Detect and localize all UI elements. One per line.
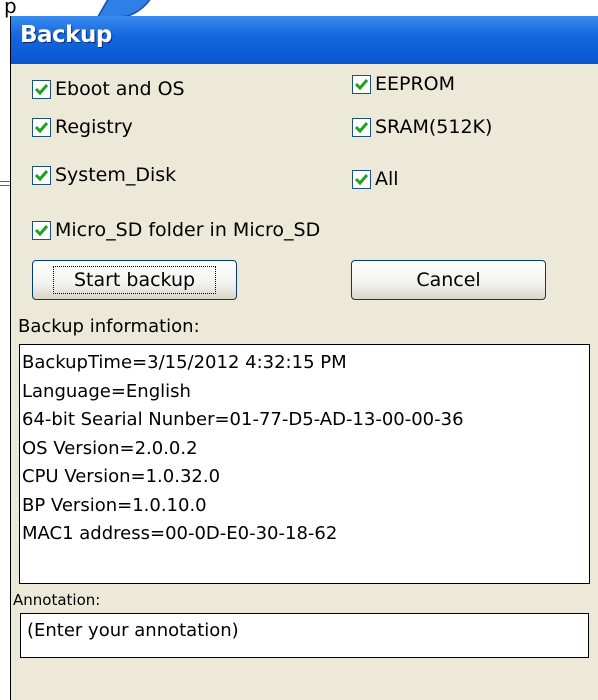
eboot-os-label: Eboot and OS <box>55 78 185 100</box>
registry-checkbox[interactable] <box>32 117 51 137</box>
info-line: 64-bit Searial Nunber=01-77-D5-AD-13-00-… <box>22 409 464 430</box>
check-icon <box>34 121 49 133</box>
micro-sd-label: Micro_SD folder in Micro_SD <box>55 219 321 241</box>
eeprom-label: EEPROM <box>375 73 456 95</box>
sram-label: SRAM(512K) <box>375 116 493 138</box>
check-icon <box>34 224 49 236</box>
registry-option[interactable]: Registry <box>32 112 133 142</box>
start-backup-button[interactable]: Start backup <box>32 260 237 300</box>
check-icon <box>354 78 369 90</box>
annotation-label: Annotation: <box>13 591 101 609</box>
backup-info-textbox[interactable]: BackupTime=3/15/2012 4:32:15 PM Language… <box>19 344 590 584</box>
info-line: MAC1 address=00-0D-E0-30-18-62 <box>22 523 338 544</box>
annotation-placeholder: (Enter your annotation) <box>27 620 239 641</box>
info-line: BackupTime=3/15/2012 4:32:15 PM <box>22 352 347 373</box>
eboot-os-option[interactable]: Eboot and OS <box>32 74 185 104</box>
backup-dialog: Backup Eboot and OS EEPROM Registry SRAM… <box>10 16 598 700</box>
cancel-label: Cancel <box>416 269 481 291</box>
info-line: BP Version=1.0.10.0 <box>22 494 207 516</box>
eeprom-option[interactable]: EEPROM <box>352 69 455 99</box>
all-option[interactable]: All <box>352 164 399 194</box>
cancel-button[interactable]: Cancel <box>351 260 546 300</box>
start-backup-label: Start backup <box>52 266 217 294</box>
check-icon <box>34 169 49 181</box>
backup-info-label: Backup information: <box>18 316 200 337</box>
annotation-input[interactable]: (Enter your annotation) <box>20 613 589 658</box>
info-line: Language=English <box>22 380 191 402</box>
all-checkbox[interactable] <box>352 169 371 189</box>
info-line: CPU Version=1.0.32.0 <box>22 466 221 487</box>
eboot-os-checkbox[interactable] <box>32 79 51 99</box>
eeprom-checkbox[interactable] <box>352 74 371 94</box>
sram-checkbox[interactable] <box>352 117 371 137</box>
check-icon <box>354 121 369 133</box>
registry-label: Registry <box>55 116 133 138</box>
title-bar[interactable]: Backup <box>11 16 598 64</box>
all-label: All <box>375 168 399 190</box>
check-icon <box>34 83 49 95</box>
system-disk-option[interactable]: System_Disk <box>32 160 176 190</box>
window-title: Backup <box>20 22 112 48</box>
background-strip <box>0 0 598 16</box>
micro-sd-option[interactable]: Micro_SD folder in Micro_SD <box>32 215 320 245</box>
background-edge-mark <box>0 181 10 191</box>
micro-sd-checkbox[interactable] <box>32 220 51 240</box>
system-disk-checkbox[interactable] <box>32 165 51 185</box>
sram-option[interactable]: SRAM(512K) <box>352 112 492 142</box>
system-disk-label: System_Disk <box>55 164 177 186</box>
check-icon <box>354 173 369 185</box>
info-line: OS Version=2.0.0.2 <box>22 437 198 459</box>
